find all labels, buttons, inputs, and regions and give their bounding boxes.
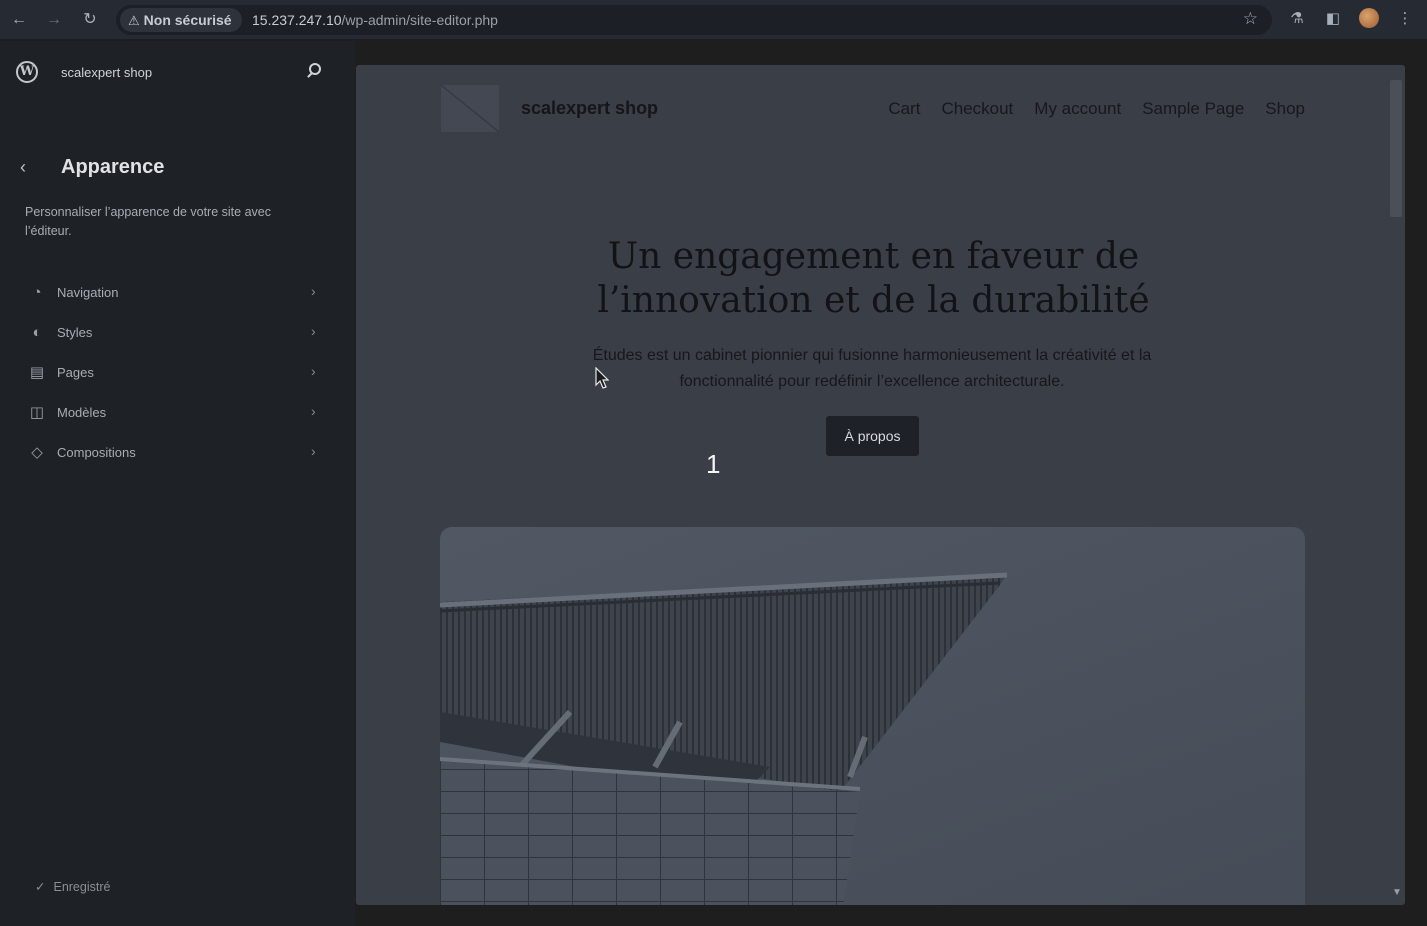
menu-item-patterns[interactable]: ◇ Compositions › <box>0 433 355 473</box>
nav-link-checkout[interactable]: Checkout <box>941 99 1013 119</box>
nav-link-sample-page[interactable]: Sample Page <box>1142 99 1244 119</box>
step-number-label: 1 <box>706 449 721 479</box>
panel-title: Apparence <box>61 156 165 178</box>
side-panel-icon[interactable]: ◧ <box>1322 8 1344 30</box>
site-name[interactable]: scalexpert shop <box>61 65 152 80</box>
appearance-menu: ◔ Navigation › ◐ Styles › ▤ Pages › ◫ Mo… <box>0 273 355 473</box>
url-text[interactable]: 15.237.247.10/wp-admin/site-editor.php <box>252 10 498 30</box>
menu-item-styles[interactable]: ◐ Styles › <box>0 313 355 353</box>
menu-item-templates[interactable]: ◫ Modèles › <box>0 393 355 433</box>
mouse-cursor-icon <box>595 367 609 389</box>
nav-link-my-account[interactable]: My account <box>1034 99 1121 119</box>
warning-icon: ⚠ <box>128 13 140 28</box>
menu-item-navigation[interactable]: ◔ Navigation › <box>0 273 355 313</box>
labs-flask-icon[interactable]: ⚗ <box>1286 8 1308 30</box>
compass-icon: ◔ <box>32 284 42 301</box>
profile-avatar[interactable] <box>1359 8 1379 28</box>
preview-scrollbar[interactable] <box>1390 80 1402 217</box>
security-label: Non sécurisé <box>143 12 232 28</box>
back-chevron-icon[interactable]: ‹ <box>20 157 26 178</box>
check-icon: ✓ <box>35 880 46 894</box>
site-title[interactable]: scalexpert shop <box>521 98 658 119</box>
chevron-right-icon: › <box>311 363 316 379</box>
chevron-right-icon: › <box>311 283 316 299</box>
page-icon: ▤ <box>29 364 45 381</box>
more-menu-icon[interactable]: ⋮ <box>1394 8 1416 30</box>
url-host: 15.237.247.10 <box>252 12 342 28</box>
nav-link-cart[interactable]: Cart <box>888 99 920 119</box>
wordpress-logo-icon[interactable]: W <box>16 61 38 83</box>
menu-item-label: Modèles <box>57 405 107 420</box>
save-status-label: Enregistré <box>53 880 111 894</box>
diamond-icon: ◇ <box>31 444 43 461</box>
forward-arrow-icon[interactable]: → <box>42 8 66 32</box>
search-icon[interactable] <box>306 63 324 81</box>
back-arrow-icon[interactable]: ← <box>7 8 31 32</box>
save-status: ✓ Enregistré <box>35 879 110 894</box>
address-bar[interactable]: ⚠ Non sécurisé 15.237.247.10/wp-admin/sit… <box>116 5 1272 35</box>
site-preview[interactable]: scalexpert shop Cart Checkout My account… <box>356 65 1405 905</box>
menu-item-label: Navigation <box>57 285 119 300</box>
browser-toolbar: ← → ↻ ⚠ Non sécurisé 15.237.247.10/wp-adm… <box>0 0 1427 40</box>
editor-sidebar: W scalexpert shop ‹ Apparence Personnali… <box>0 41 355 926</box>
security-chip[interactable]: ⚠ Non sécurisé <box>120 8 242 32</box>
url-path: /wp-admin/site-editor.php <box>341 12 498 28</box>
reload-icon[interactable]: ↻ <box>78 8 102 32</box>
architecture-image <box>440 527 1305 905</box>
chevron-right-icon: › <box>311 403 316 419</box>
bookmark-star-icon[interactable]: ☆ <box>1243 9 1258 29</box>
about-button[interactable]: À propos <box>826 416 919 456</box>
hero-heading: Un engagement en faveur de l’innovation … <box>597 236 1150 321</box>
layout-icon: ◫ <box>29 404 45 421</box>
half-circle-icon: ◐ <box>32 324 42 341</box>
site-logo-placeholder[interactable] <box>441 85 499 132</box>
hero-description: Études est un cabinet pionnier qui fusio… <box>592 347 1152 390</box>
menu-item-label: Styles <box>57 325 93 340</box>
chevron-right-icon: › <box>311 443 316 459</box>
panel-description: Personnaliser l’apparence de votre site … <box>25 205 271 238</box>
menu-item-label: Pages <box>57 365 94 380</box>
chevron-right-icon: › <box>311 323 316 339</box>
site-navigation: Cart Checkout My account Sample Page Sho… <box>888 99 1305 119</box>
scroll-down-arrow-icon[interactable]: ▼ <box>1392 887 1402 898</box>
nav-link-shop[interactable]: Shop <box>1265 99 1305 119</box>
menu-item-pages[interactable]: ▤ Pages › <box>0 353 355 393</box>
menu-item-label: Compositions <box>57 445 136 460</box>
